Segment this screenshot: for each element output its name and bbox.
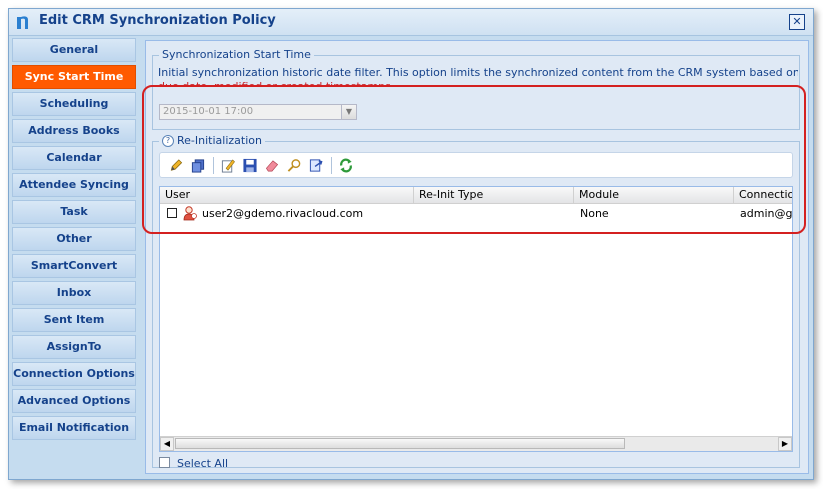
row-checkbox[interactable]	[167, 208, 177, 218]
close-button[interactable]: ✕	[789, 14, 805, 30]
help-icon[interactable]: ?	[162, 135, 174, 147]
toolbar-separator	[331, 157, 332, 174]
export-icon[interactable]	[308, 158, 324, 173]
column-header-user[interactable]: User	[160, 187, 414, 203]
row-connection: admin@gdemo	[740, 207, 793, 220]
select-all-checkbox[interactable]	[159, 457, 170, 468]
nav-item-attendee-syncing[interactable]: Attendee Syncing	[12, 173, 136, 197]
edit-document-icon[interactable]	[220, 158, 236, 173]
toolbar-separator	[213, 157, 214, 174]
nav-item-sync-start-time[interactable]: Sync Start Time	[12, 65, 136, 89]
column-header-module[interactable]: Module	[574, 187, 734, 203]
sync-start-legend: Synchronization Start Time	[159, 48, 314, 61]
nav-item-general[interactable]: General	[12, 38, 136, 62]
nav-item-other[interactable]: Other	[12, 227, 136, 251]
settings-nav: General Sync Start Time Scheduling Addre…	[12, 38, 136, 443]
table-row[interactable]: user2@gdemo.rivacloud.com None admin@gde…	[160, 204, 793, 223]
pencil-icon[interactable]	[168, 158, 184, 173]
app-logo-icon	[17, 16, 28, 29]
reinit-legend: Re-Initialization	[177, 134, 262, 147]
scrollbar-thumb[interactable]	[175, 438, 625, 449]
sync-start-description-continued: due date, modified or created timestamps…	[158, 80, 798, 86]
reinit-grid: User Re-Init Type Module Connection user…	[159, 186, 793, 452]
column-header-reinit-type[interactable]: Re-Init Type	[414, 187, 574, 203]
start-date-field[interactable]: 2015-10-01 17:00 ▼	[159, 104, 357, 120]
horizontal-scrollbar[interactable]: ◀ ▶	[160, 436, 792, 451]
nav-item-advanced-options[interactable]: Advanced Options	[12, 389, 136, 413]
scroll-left-icon[interactable]: ◀	[160, 437, 174, 451]
settings-panel: Synchronization Start Time Initial synch…	[145, 40, 809, 474]
chevron-down-icon[interactable]: ▼	[341, 105, 356, 119]
nav-item-connection-options[interactable]: Connection Options	[12, 362, 136, 386]
sync-start-fieldset: Synchronization Start Time Initial synch…	[152, 48, 800, 130]
nav-item-scheduling[interactable]: Scheduling	[12, 92, 136, 116]
nav-item-address-books[interactable]: Address Books	[12, 119, 136, 143]
save-icon[interactable]	[242, 158, 258, 173]
sync-start-description: Initial synchronization historic date fi…	[158, 66, 798, 79]
nav-item-smartconvert[interactable]: SmartConvert	[12, 254, 136, 278]
dialog-title: Edit CRM Synchronization Policy	[39, 13, 276, 28]
reinit-toolbar	[159, 152, 793, 178]
policy-dialog: Edit CRM Synchronization Policy ✕ Genera…	[8, 8, 814, 480]
select-all-label: Select All	[177, 457, 229, 470]
column-header-connection[interactable]: Connection	[734, 187, 792, 203]
user-icon	[183, 206, 197, 221]
nav-item-assignto[interactable]: AssignTo	[12, 335, 136, 359]
search-icon[interactable]	[286, 158, 302, 173]
grid-header: User Re-Init Type Module Connection	[160, 187, 792, 204]
row-user: user2@gdemo.rivacloud.com	[202, 207, 364, 220]
refresh-icon[interactable]	[338, 158, 354, 173]
title-bar: Edit CRM Synchronization Policy ✕	[9, 9, 813, 36]
start-date-value: 2015-10-01 17:00	[163, 106, 254, 117]
reinit-legend-wrap: ? Re-Initialization	[159, 134, 265, 147]
row-module: None	[580, 207, 609, 220]
nav-item-sent-item[interactable]: Sent Item	[12, 308, 136, 332]
reinit-fieldset: ? Re-Initialization User Re-Init Type Mod…	[152, 134, 800, 470]
nav-item-inbox[interactable]: Inbox	[12, 281, 136, 305]
nav-item-task[interactable]: Task	[12, 200, 136, 224]
nav-item-email-notification[interactable]: Email Notification	[12, 416, 136, 440]
nav-item-calendar[interactable]: Calendar	[12, 146, 136, 170]
copy-icon[interactable]	[190, 158, 206, 173]
scroll-right-icon[interactable]: ▶	[778, 437, 792, 451]
eraser-icon[interactable]	[264, 158, 280, 173]
